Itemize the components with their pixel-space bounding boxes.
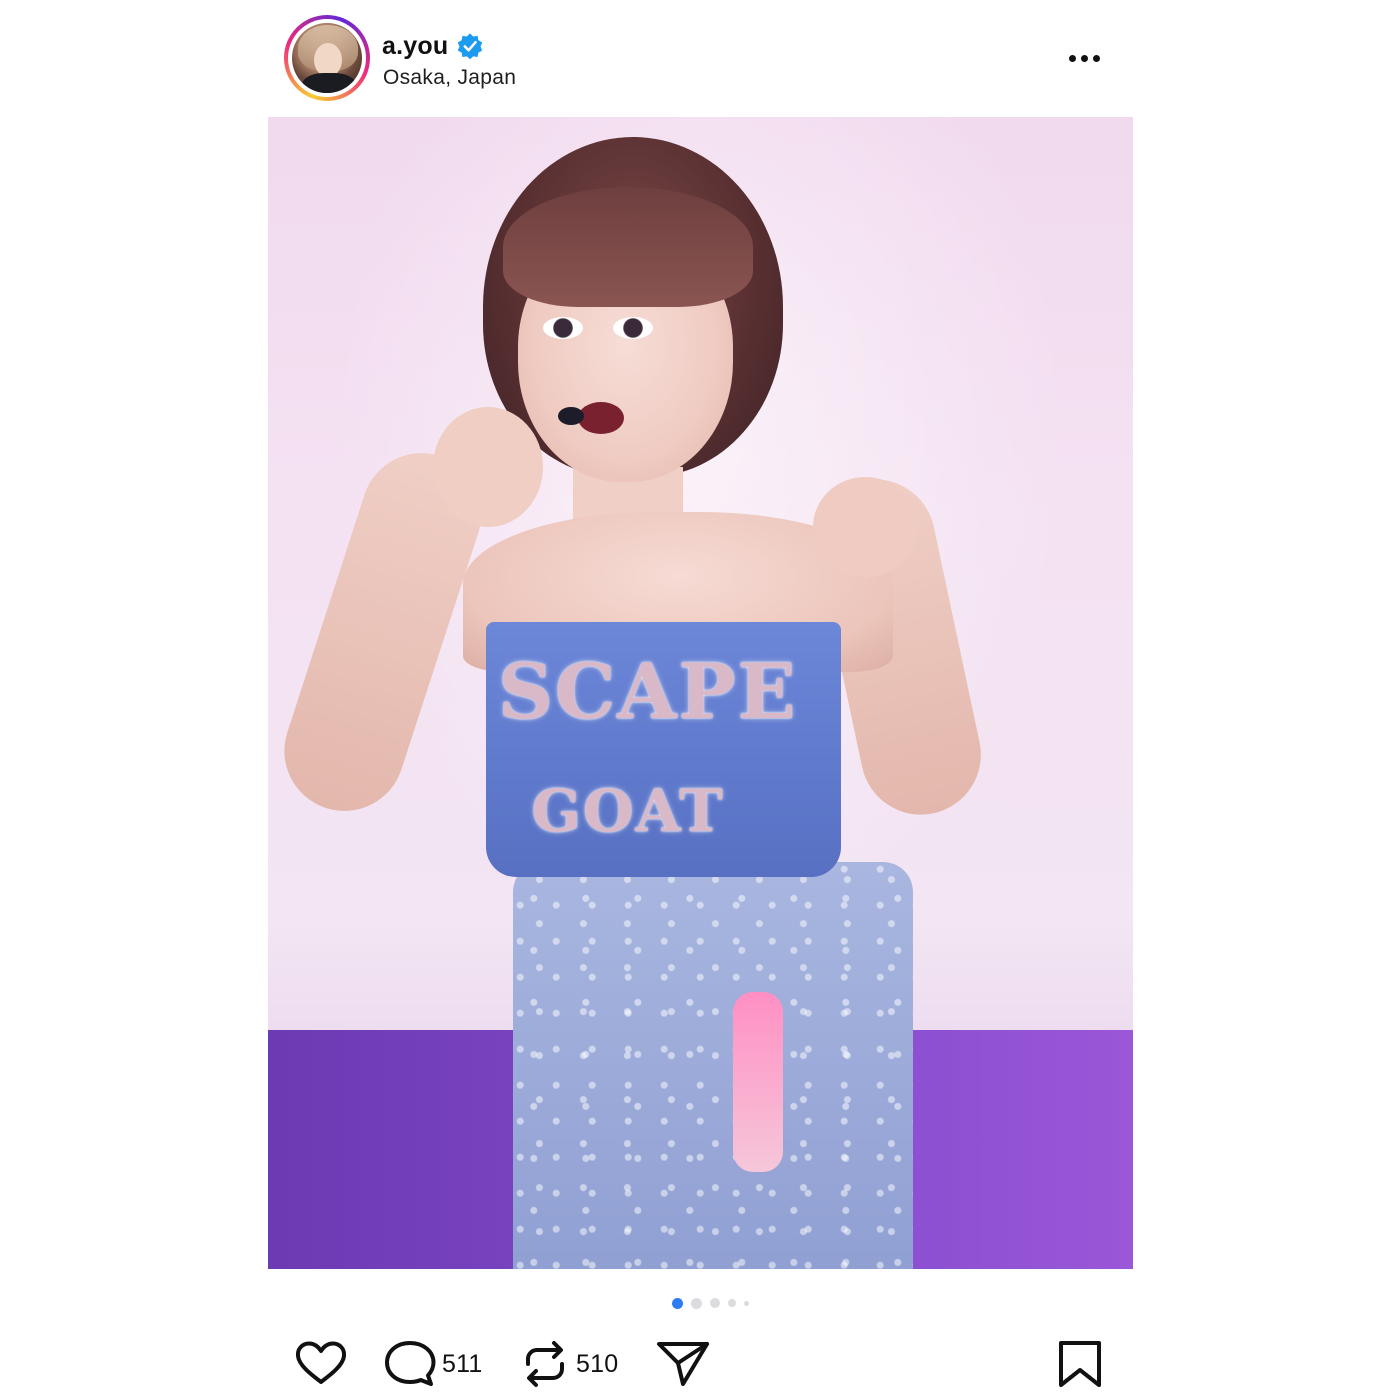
avatar-body <box>302 73 356 93</box>
repost-button[interactable]: 510 <box>520 1340 618 1388</box>
share-button[interactable] <box>656 1340 710 1388</box>
avatar-story-ring[interactable] <box>284 15 370 101</box>
keychain-charm <box>733 992 783 1172</box>
carousel-dot <box>710 1298 720 1308</box>
repost-count: 510 <box>576 1349 619 1378</box>
carousel-dot <box>691 1297 702 1309</box>
post-action-bar: 511 510 <box>0 1330 1400 1394</box>
rhinestone-jeans <box>513 862 913 1269</box>
performer-eye-right <box>613 317 653 339</box>
performer-hand-right <box>813 477 918 577</box>
heart-icon <box>295 1341 347 1384</box>
performer-hand-left <box>433 407 543 527</box>
verified-badge-icon <box>458 33 483 60</box>
more-dot-icon <box>1068 54 1076 62</box>
shirt-text-line2: GOAT <box>531 777 725 845</box>
comment-button[interactable]: 511 <box>384 1340 482 1388</box>
more-dot-icon <box>1080 54 1088 62</box>
username-link[interactable]: a.you <box>382 32 448 61</box>
avatar-ring-gap <box>288 19 366 97</box>
post-view: a.you Osaka, Japan SCAPE GOAT 511 510 <box>0 0 1400 1400</box>
username-row: a.you <box>382 30 484 62</box>
post-photo[interactable]: SCAPE GOAT <box>268 117 1133 1269</box>
shirt-text-line1: SCAPE <box>498 647 798 736</box>
performer-bangs <box>503 187 753 307</box>
performer-eye-left <box>543 317 583 339</box>
carousel-dot <box>744 1300 749 1306</box>
post-header: a.you Osaka, Japan <box>0 0 1400 116</box>
save-button[interactable] <box>1058 1340 1102 1388</box>
performer-mouth <box>578 402 624 434</box>
repost-icon <box>526 1341 564 1387</box>
more-dot-icon <box>1092 54 1100 62</box>
carousel-dot <box>672 1297 683 1309</box>
like-button[interactable] <box>294 1340 348 1386</box>
bookmark-icon <box>1059 1341 1101 1387</box>
carousel-dot <box>728 1299 736 1307</box>
avatar <box>292 23 362 93</box>
more-options-button[interactable] <box>1060 40 1108 76</box>
avatar-face <box>314 43 342 77</box>
location-link[interactable]: Osaka, Japan <box>383 66 516 90</box>
comment-icon <box>385 1341 436 1386</box>
comment-count: 511 <box>442 1349 483 1378</box>
microphone <box>558 407 584 425</box>
send-icon <box>657 1342 709 1386</box>
carousel-indicator <box>672 1296 749 1310</box>
